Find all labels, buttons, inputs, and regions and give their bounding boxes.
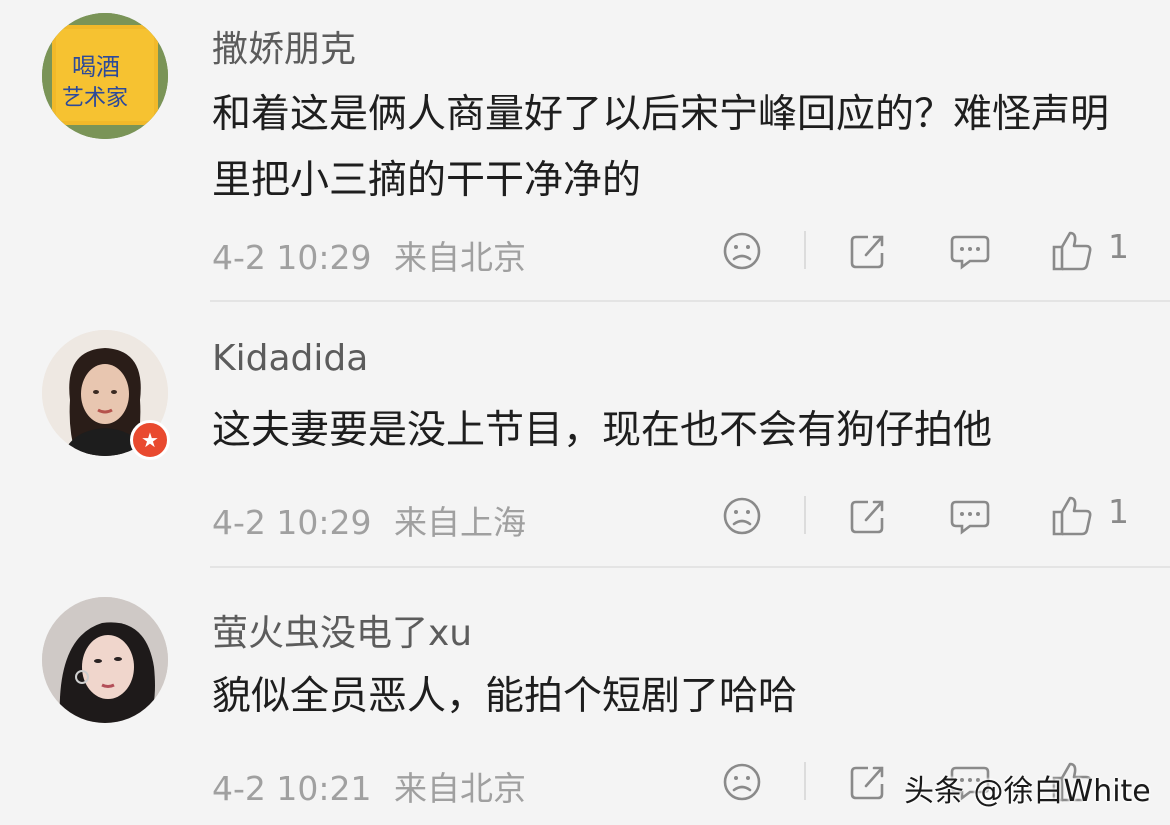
reply-button[interactable] (940, 221, 1000, 281)
verified-badge-icon: ★ (130, 420, 170, 460)
like-count: 1 (1108, 492, 1129, 531)
dislike-button[interactable] (712, 221, 772, 281)
username[interactable]: 撒娇朋克 (212, 20, 356, 72)
divider (210, 566, 1170, 568)
timestamp: 4-2 10:21 (212, 769, 372, 808)
reply-button[interactable] (940, 486, 1000, 546)
dislike-face-icon (723, 232, 761, 270)
location: 来自北京 (394, 769, 526, 808)
username[interactable]: 萤火虫没电了xu (212, 604, 472, 656)
avatar[interactable] (42, 597, 168, 723)
location: 来自上海 (394, 503, 526, 542)
dislike-button[interactable] (712, 486, 772, 546)
location: 来自北京 (394, 238, 526, 277)
thumbs-up-icon (1052, 496, 1092, 536)
share-icon (850, 766, 884, 800)
share-button[interactable] (838, 752, 898, 812)
username[interactable]: Kidadida (212, 338, 368, 379)
svg-text:艺术家: 艺术家 (62, 86, 128, 111)
watermark: 头条 @徐白White (904, 774, 1151, 809)
like-button[interactable] (1042, 221, 1102, 281)
divider (210, 300, 1170, 302)
like-button[interactable] (1042, 486, 1102, 546)
comment-icon (950, 500, 990, 535)
share-button[interactable] (838, 486, 898, 546)
dislike-button[interactable] (712, 752, 772, 812)
share-icon (850, 500, 884, 534)
comment-meta: 4-2 10:29 来自北京 (212, 231, 526, 279)
avatar[interactable]: 喝酒 艺术家 (42, 13, 168, 139)
comment-meta: 4-2 10:29 来自上海 (212, 496, 526, 544)
comment-icon (950, 235, 990, 270)
comment-meta: 4-2 10:21 来自北京 (212, 762, 526, 810)
svg-text:喝酒: 喝酒 (72, 53, 120, 81)
share-icon (850, 235, 884, 269)
dislike-face-icon (723, 497, 761, 535)
divider (804, 496, 806, 534)
comment-actions: 1 (710, 221, 1170, 281)
timestamp: 4-2 10:29 (212, 238, 372, 277)
comment-text: 这夫妻要是没上节目，现在也不会有狗仔拍他 (212, 408, 993, 453)
comment-text: 貌似全员恶人，能拍个短剧了哈哈 (212, 674, 798, 719)
share-button[interactable] (838, 221, 898, 281)
divider (804, 231, 806, 269)
divider (804, 762, 806, 800)
comment-actions: 1 (710, 486, 1170, 546)
timestamp: 4-2 10:29 (212, 503, 372, 542)
dislike-face-icon (723, 763, 761, 801)
comment-text: 和着这是俩人商量好了以后宋宁峰回应的？难怪声明里把小三摘的干干净净的 (212, 92, 1110, 203)
thumbs-up-icon (1052, 231, 1092, 271)
like-count: 1 (1108, 227, 1129, 266)
